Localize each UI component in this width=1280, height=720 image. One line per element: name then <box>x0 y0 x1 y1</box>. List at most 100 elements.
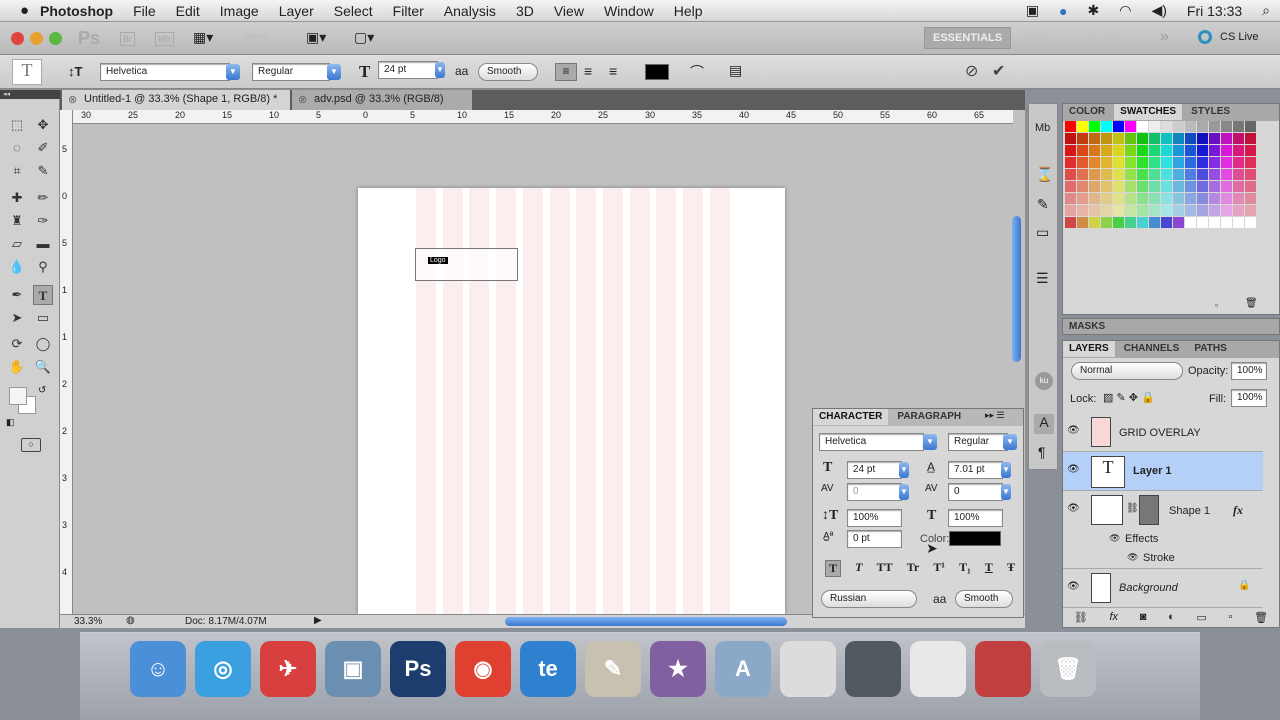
dock-icon-iphoto[interactable]: ▣ <box>325 641 381 697</box>
blend-mode-select[interactable]: Normal <box>1071 362 1183 380</box>
swatch[interactable] <box>1209 121 1220 132</box>
menu-3d[interactable]: 3D <box>506 3 544 19</box>
swatch[interactable] <box>1101 193 1112 204</box>
font-family-field[interactable]: Helvetica <box>100 63 230 81</box>
swatch[interactable] <box>1209 181 1220 192</box>
eraser-tool-icon[interactable]: ▱ <box>7 234 27 254</box>
visibility-eye-icon[interactable]: 👁 <box>1127 552 1138 563</box>
superscript-button[interactable]: T¹ <box>933 560 945 577</box>
char-font-family-dropdown[interactable]: ▼ <box>923 434 937 450</box>
swatch[interactable] <box>1113 205 1124 216</box>
swatch[interactable] <box>1245 205 1256 216</box>
swatch[interactable] <box>1113 169 1124 180</box>
lock-icons[interactable]: ▨ ✎ ✥ 🔒 <box>1103 391 1155 404</box>
menu-app[interactable]: Photoshop <box>30 3 123 19</box>
swatch[interactable] <box>1113 181 1124 192</box>
font-style-dropdown[interactable]: ▼ <box>327 64 341 80</box>
swatch[interactable] <box>1161 181 1172 192</box>
visibility-eye-icon[interactable]: 👁 <box>1109 533 1120 544</box>
zoom-window-button[interactable] <box>49 32 62 45</box>
tab-adv-psd[interactable]: ⊗ adv.psd @ 33.3% (RGB/8) <box>292 90 472 110</box>
text-orientation-icon[interactable]: ↕T <box>68 64 82 79</box>
strikethrough-button[interactable]: Ŧ <box>1007 560 1015 577</box>
swatch[interactable] <box>1161 157 1172 168</box>
swatch[interactable] <box>1101 181 1112 192</box>
language-select[interactable]: Russian <box>821 590 917 608</box>
visibility-eye-icon[interactable]: 👁 <box>1067 503 1081 514</box>
swatch[interactable] <box>1245 133 1256 144</box>
subscript-button[interactable]: T₁ <box>959 560 971 577</box>
swatch[interactable] <box>1197 133 1208 144</box>
foreground-color-swatch[interactable] <box>9 387 27 405</box>
swatch[interactable] <box>1077 145 1088 156</box>
swatch[interactable] <box>1065 217 1076 228</box>
swatch[interactable] <box>1089 157 1100 168</box>
swatch[interactable] <box>1077 133 1088 144</box>
swatch[interactable] <box>1089 133 1100 144</box>
swatch[interactable] <box>1233 217 1244 228</box>
swatch[interactable] <box>1161 145 1172 156</box>
type-tool-icon[interactable]: T <box>33 285 53 305</box>
layer-shape-1[interactable]: 👁 ⛓ Shape 1 fx 👁 Effects 👁 Stroke <box>1063 491 1263 569</box>
add-style-icon[interactable]: fx <box>1110 611 1119 628</box>
visibility-eye-icon[interactable]: 👁 <box>1067 581 1081 592</box>
workspace-design[interactable]: DESIGN <box>1020 32 1062 44</box>
tab-paths[interactable]: PATHS <box>1188 341 1232 357</box>
new-group-icon[interactable]: ▭ <box>1196 611 1206 628</box>
swatch[interactable] <box>1197 193 1208 204</box>
char-anti-alias-select[interactable]: Smooth <box>955 590 1013 608</box>
swatch[interactable] <box>1245 157 1256 168</box>
char-leading-dropdown[interactable]: ▼ <box>1001 462 1011 478</box>
swatch[interactable] <box>1149 121 1160 132</box>
swatch-grid[interactable] <box>1065 121 1260 231</box>
tab-swatches[interactable]: SWATCHES <box>1114 104 1183 120</box>
swatch[interactable] <box>1113 133 1124 144</box>
swatch[interactable] <box>1149 145 1160 156</box>
char-horizontal-scale-field[interactable]: 100% <box>948 509 1003 527</box>
dock-icon-window-2[interactable] <box>845 641 901 697</box>
crop-tool-icon[interactable]: ⌗ <box>7 161 27 181</box>
screen-mode-button[interactable]: ▢▾ <box>354 29 374 46</box>
dock-icon-photoshop[interactable]: Ps <box>390 641 446 697</box>
swatch[interactable] <box>1137 217 1148 228</box>
visibility-eye-icon[interactable]: 👁 <box>1067 425 1081 436</box>
new-swatch-icon[interactable]: ▫ <box>1215 300 1218 310</box>
anti-alias-select[interactable]: Smooth <box>478 63 538 81</box>
swatch[interactable] <box>1077 181 1088 192</box>
all-caps-button[interactable]: TT <box>877 560 893 577</box>
zoom-tool-icon[interactable]: 🔍 <box>33 357 53 377</box>
tools-collapse-bar[interactable]: ◂◂ <box>0 90 60 99</box>
swatch[interactable] <box>1209 157 1220 168</box>
menu-layer[interactable]: Layer <box>269 3 324 19</box>
swatch[interactable] <box>1233 169 1244 180</box>
char-kerning-dropdown[interactable]: ▼ <box>899 484 909 500</box>
swatch[interactable] <box>1077 217 1088 228</box>
align-right-button[interactable]: ≡ <box>609 63 617 79</box>
swatch[interactable] <box>1065 133 1076 144</box>
gradient-tool-icon[interactable]: ▬ <box>33 234 53 254</box>
brush-tool-icon[interactable]: ✏ <box>33 188 53 208</box>
font-size-dropdown[interactable]: ▼ <box>435 62 445 78</box>
swatch[interactable] <box>1137 205 1148 216</box>
clone-source-icon[interactable]: ▭ <box>1036 224 1049 241</box>
kuler-icon[interactable]: ku <box>1035 372 1053 390</box>
swatch[interactable] <box>1089 205 1100 216</box>
swatch[interactable] <box>1173 181 1184 192</box>
clone-stamp-tool-icon[interactable]: ♜ <box>7 211 27 231</box>
dock-icon-trash[interactable]: 🗑 <box>1040 641 1096 697</box>
tab-masks[interactable]: MASKS <box>1063 319 1111 335</box>
dock-icon-imovie[interactable]: ★ <box>650 641 706 697</box>
hand-tool-icon[interactable]: ✋ <box>7 357 27 377</box>
status-menu-arrow[interactable]: ▶ <box>314 615 322 626</box>
swatch[interactable] <box>1077 157 1088 168</box>
swatch[interactable] <box>1233 157 1244 168</box>
swatch[interactable] <box>1233 121 1244 132</box>
swatch[interactable] <box>1209 133 1220 144</box>
workspace-essentials[interactable]: ESSENTIALS <box>924 27 1012 49</box>
zoom-level-dropdown[interactable]: 100% <box>243 33 269 44</box>
panel-menu-icon[interactable]: ▸▸ ☰ <box>985 410 1005 421</box>
default-colors-icon[interactable]: ◧ <box>6 417 15 428</box>
tab-color[interactable]: COLOR <box>1063 104 1111 120</box>
tab-character[interactable]: CHARACTER <box>813 409 889 425</box>
character-panel-icon[interactable]: A <box>1034 414 1054 434</box>
